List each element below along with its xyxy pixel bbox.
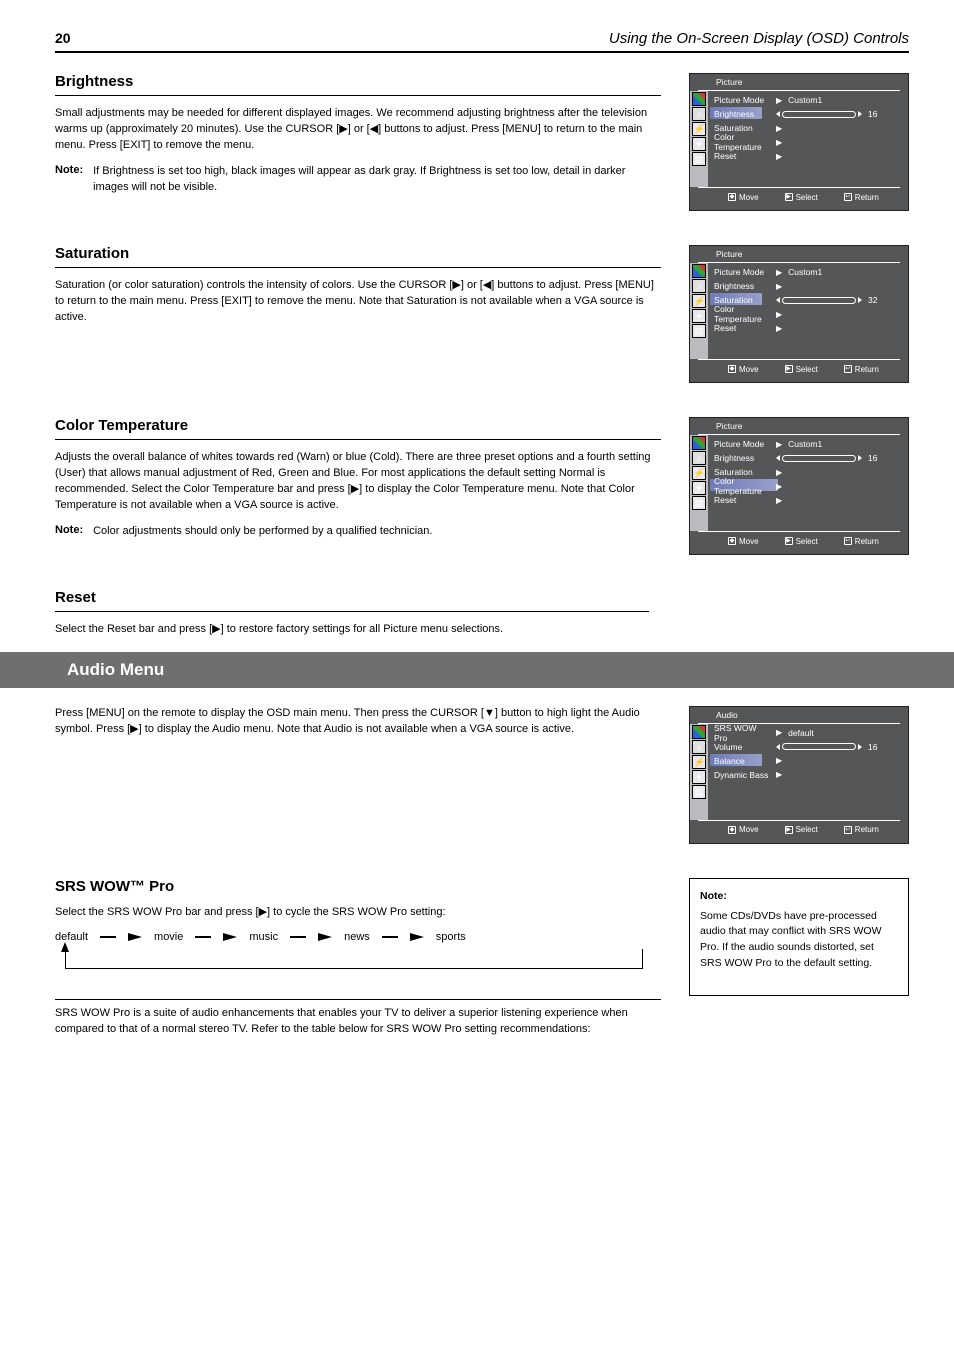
setup-icon: ✦ [692,137,706,151]
section-saturation: Saturation Saturation (or color saturati… [55,245,909,393]
note-box-body: Some CDs/DVDs have pre-processed audio t… [700,909,898,972]
power-icon: ⚡ [692,466,706,480]
saturation-body: Saturation (or color saturation) control… [55,278,661,326]
picture-icon [692,264,706,278]
power-icon: ⚡ [692,294,706,308]
page-header: 20 Using the On-Screen Display (OSD) Con… [55,30,909,53]
osd-row-reset: Reset▶ [714,149,902,163]
osd-row-color-temp: Color Temperature▶ [714,135,902,149]
audio-icon: ♪ [692,279,706,293]
note-box: Note: Some CDs/DVDs have pre-processed a… [689,878,909,996]
section-srs-wow: SRS WOW™ Pro Select the SRS WOW Pro bar … [55,878,909,1048]
loop-arrow [65,949,643,969]
arrow-icon [128,933,142,941]
note-text: If Brightness is set too high, black ima… [93,164,661,196]
arrow-icon [223,933,237,941]
osd-row-color-temp: Color Temperature▶ [714,479,902,493]
osd-picture-saturation: Picture ♪ ⚡ ✦ ▤ Picture Mode▶Custom1 Bri… [689,245,909,383]
osd-row-balance: Balance▶ [714,754,902,768]
osd-footer: ◆Move ▶Select ↩Return [690,188,908,206]
srs-heading: SRS WOW™ Pro [55,878,661,895]
setup-icon: ✦ [692,481,706,495]
arrow-icon [410,933,424,941]
osd-sidebar: ♪ ⚡ ✦ ▤ [690,91,708,187]
osd-picture-brightness: Picture ♪ ⚡ ✦ ▤ Picture Mode▶Custom1 Bri [689,73,909,211]
format-step: news [344,931,370,943]
config-icon: ▤ [692,324,706,338]
note-box-heading: Note: [700,889,898,905]
power-icon: ⚡ [692,122,706,136]
audio-icon: ♪ [692,740,706,754]
brightness-body: Small adjustments may be needed for diff… [55,106,661,154]
osd-row-brightness: Brightness 16 [714,107,902,121]
section-brightness: Brightness Small adjustments may be need… [55,73,909,221]
osd-title: Picture [690,246,908,262]
colortemp-body: Adjusts the overall balance of whites to… [55,450,661,514]
setup-icon: ✦ [692,770,706,784]
section-colortemp: Color Temperature Adjusts the overall ba… [55,417,909,565]
osd-audio: Audio ♪ ⚡ ✦ ▤ SRS WOW Pro▶default Volume… [689,706,909,844]
arrow-icon [318,933,332,941]
picture-icon [692,725,706,739]
note-text: Color adjustments should only be perform… [93,524,432,540]
osd-title: Picture [690,74,908,90]
picture-icon [692,436,706,450]
power-icon: ⚡ [692,755,706,769]
brightness-heading: Brightness [55,73,661,96]
srs-body2: SRS WOW Pro is a suite of audio enhancem… [55,1006,661,1038]
format-step: default [55,931,88,943]
format-step: movie [154,931,183,943]
config-icon: ▤ [692,152,706,166]
reset-heading: Reset [55,589,649,612]
note-label: Note: [55,164,83,196]
brightness-note: Note: If Brightness is set too high, bla… [55,164,661,196]
audio-icon: ♪ [692,107,706,121]
audio-icon: ♪ [692,451,706,465]
osd-row-picture-mode: Picture Mode▶Custom1 [714,93,902,107]
picture-icon [692,92,706,106]
config-icon: ▤ [692,496,706,510]
colortemp-heading: Color Temperature [55,417,661,440]
reset-body: Select the Reset bar and press [▶] to re… [55,622,649,638]
note-label: Note: [55,524,83,540]
saturation-heading: Saturation [55,245,661,268]
page-number: 20 [55,30,71,46]
page-title: Using the On-Screen Display (OSD) Contro… [609,30,909,47]
audio-body: Press [MENU] on the remote to display th… [55,706,661,738]
config-icon: ▤ [692,785,706,799]
osd-picture-colortemp: Picture ♪ ⚡ ✦ ▤ Picture Mode▶Custom1 Bri… [689,417,909,555]
format-cycle-diagram: default movie music news sports [55,931,661,991]
srs-body1: Select the SRS WOW Pro bar and press [▶]… [55,905,661,921]
setup-icon: ✦ [692,309,706,323]
section-audio-intro: Press [MENU] on the remote to display th… [55,706,909,854]
format-step: music [249,931,278,943]
audio-menu-band: Audio Menu [0,652,954,688]
format-step: sports [436,931,466,943]
